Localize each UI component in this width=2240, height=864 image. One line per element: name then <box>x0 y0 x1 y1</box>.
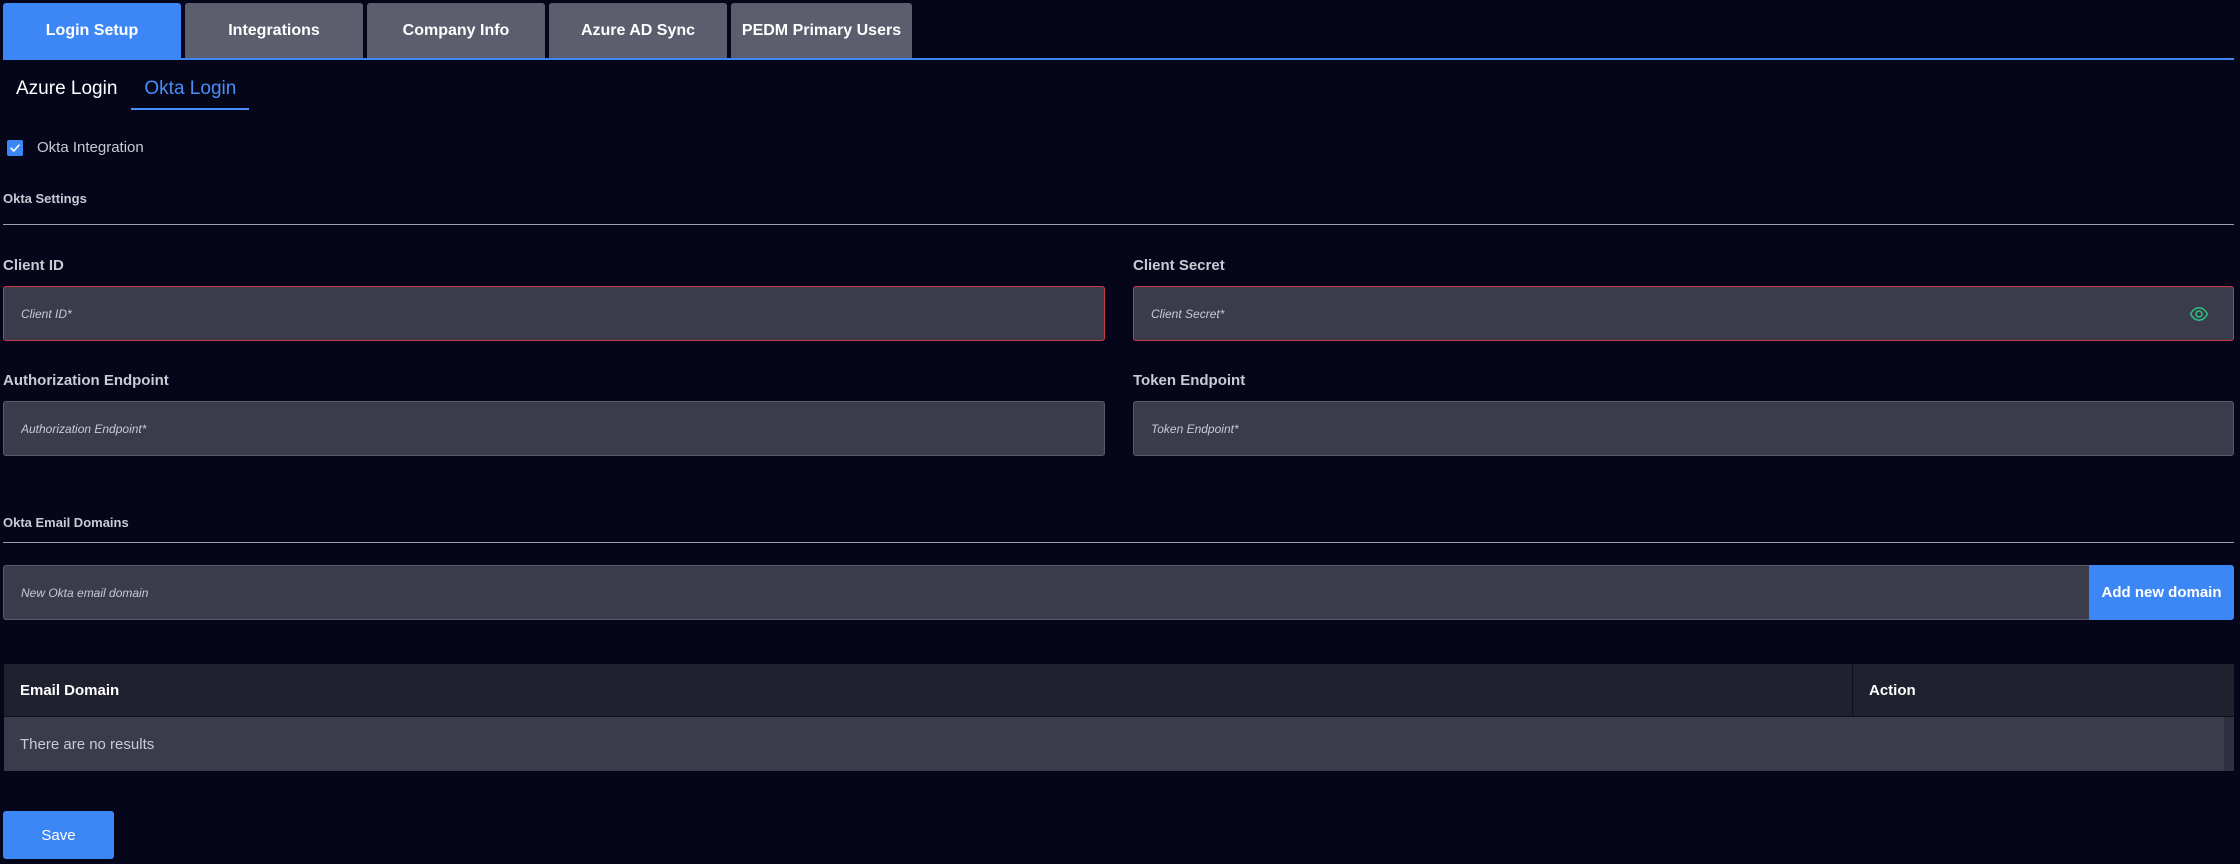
tab-pedm-primary-users[interactable]: PEDM Primary Users <box>731 3 912 59</box>
authorization-endpoint-input[interactable] <box>19 420 1104 437</box>
authorization-endpoint-field-wrapper <box>3 401 1105 456</box>
client-id-input[interactable] <box>19 305 1104 322</box>
okta-settings-title: Okta Settings <box>3 191 87 206</box>
token-endpoint-label: Token Endpoint <box>1133 372 1246 389</box>
tab-login-setup[interactable]: Login Setup <box>3 3 181 59</box>
token-endpoint-input[interactable] <box>1149 420 2233 437</box>
table-header: Email Domain Action <box>4 664 2234 717</box>
client-secret-label: Client Secret <box>1133 257 1225 274</box>
authorization-endpoint-label: Authorization Endpoint <box>3 372 169 389</box>
column-header-email-domain[interactable]: Email Domain <box>4 664 1853 716</box>
new-domain-field-wrapper <box>3 565 2090 620</box>
login-provider-tabs: Azure Login Okta Login <box>16 76 250 110</box>
show-secret-eye-icon[interactable] <box>2189 304 2209 329</box>
checkmark-icon <box>10 143 20 152</box>
empty-results-row: There are no results <box>4 717 2234 771</box>
tab-label: Azure AD Sync <box>580 22 696 39</box>
tab-bar-underline <box>3 58 2234 60</box>
okta-settings-divider <box>3 224 2234 225</box>
email-domains-table: Email Domain Action There are no results <box>4 664 2234 771</box>
tab-azure-login[interactable]: Azure Login <box>16 76 117 110</box>
client-id-label: Client ID <box>3 257 64 274</box>
client-secret-input[interactable] <box>1149 305 2233 322</box>
tab-label: Integrations <box>228 22 320 39</box>
okta-integration-checkbox[interactable] <box>7 139 23 156</box>
top-tab-bar: Login Setup Integrations Company Info Az… <box>3 3 912 59</box>
tab-label: PEDM Primary Users <box>741 22 902 39</box>
client-id-field-wrapper <box>3 286 1105 341</box>
column-header-action: Action <box>1869 681 1916 699</box>
tab-company-info[interactable]: Company Info <box>367 3 545 59</box>
okta-integration-label: Okta Integration <box>37 139 144 156</box>
okta-email-domains-title: Okta Email Domains <box>3 515 129 530</box>
okta-email-domains-divider <box>3 542 2234 543</box>
okta-login-settings-page: Login Setup Integrations Company Info Az… <box>0 0 2240 864</box>
client-secret-field-wrapper <box>1133 286 2234 341</box>
tab-okta-login[interactable]: Okta Login <box>131 76 250 110</box>
new-domain-input[interactable] <box>19 584 2090 601</box>
tab-integrations[interactable]: Integrations <box>185 3 363 59</box>
add-new-domain-button[interactable]: Add new domain <box>2089 565 2234 620</box>
tab-azure-ad-sync[interactable]: Azure AD Sync <box>549 3 727 59</box>
save-button[interactable]: Save <box>3 811 114 859</box>
token-endpoint-field-wrapper <box>1133 401 2234 456</box>
tab-label: Company Info <box>402 22 510 39</box>
okta-integration-row: Okta Integration <box>7 139 144 156</box>
tab-label: Login Setup <box>45 22 139 39</box>
